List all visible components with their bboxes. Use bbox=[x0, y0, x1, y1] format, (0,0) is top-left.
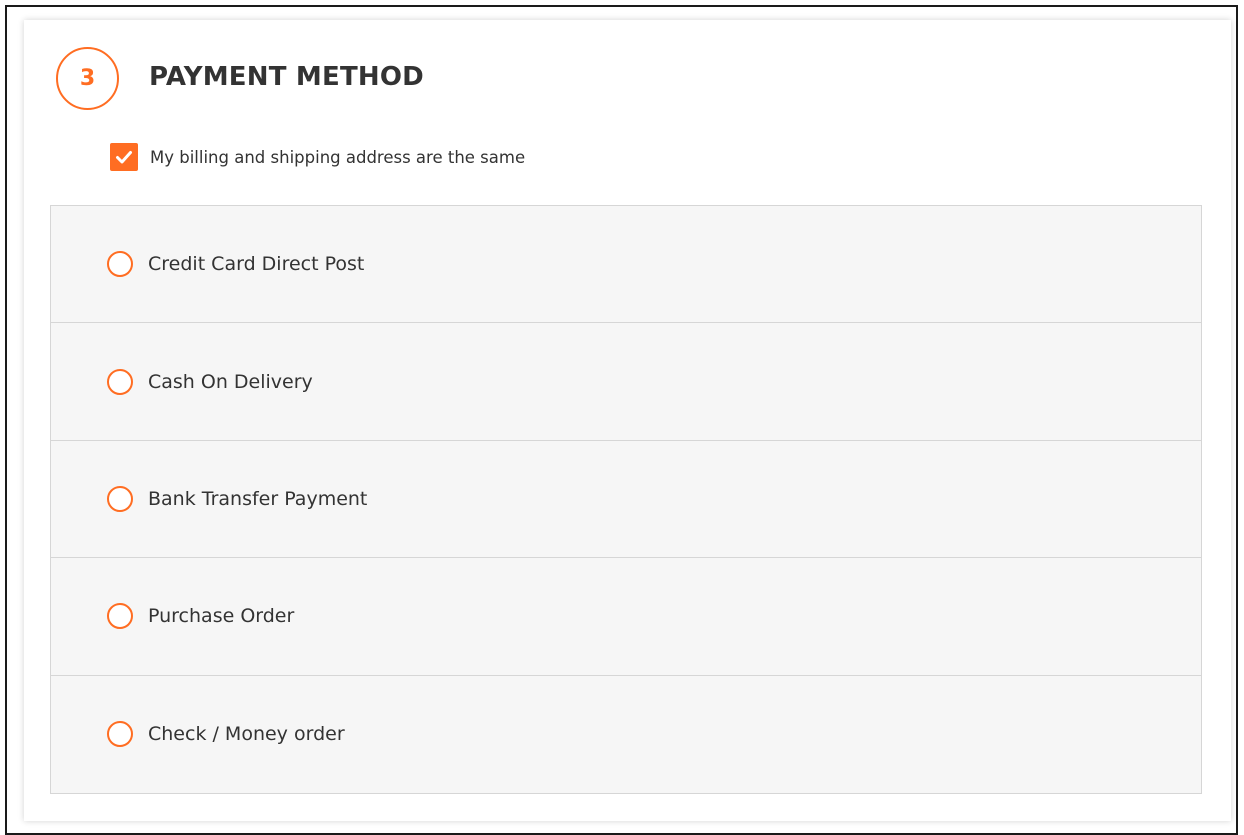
payment-method-label: Bank Transfer Payment bbox=[148, 487, 368, 510]
billing-same-checkbox[interactable] bbox=[110, 143, 138, 171]
step-number: 3 bbox=[79, 66, 96, 91]
billing-same-label: My billing and shipping address are the … bbox=[150, 147, 526, 167]
checkmark-icon bbox=[116, 151, 132, 164]
radio-check-money-order[interactable] bbox=[107, 721, 133, 748]
payment-method-check-money-order[interactable]: Check / Money order bbox=[51, 676, 1201, 793]
radio-credit-card-direct-post[interactable] bbox=[107, 251, 133, 278]
billing-same-as-shipping[interactable]: My billing and shipping address are the … bbox=[110, 142, 525, 172]
payment-method-cash-on-delivery[interactable]: Cash On Delivery bbox=[51, 323, 1201, 441]
radio-purchase-order[interactable] bbox=[107, 603, 133, 630]
payment-method-label: Credit Card Direct Post bbox=[148, 253, 365, 276]
section-title: PAYMENT METHOD bbox=[149, 62, 424, 92]
payment-method-credit-card-direct-post[interactable]: Credit Card Direct Post bbox=[51, 206, 1201, 324]
payment-method-label: Purchase Order bbox=[148, 605, 295, 628]
payment-method-label: Cash On Delivery bbox=[148, 370, 313, 393]
payment-method-bank-transfer[interactable]: Bank Transfer Payment bbox=[51, 441, 1201, 559]
radio-bank-transfer[interactable] bbox=[107, 485, 133, 512]
payment-method-purchase-order[interactable]: Purchase Order bbox=[51, 558, 1201, 676]
payment-methods-list: Credit Card Direct Post Cash On Delivery… bbox=[50, 205, 1202, 794]
step-number-badge: 3 bbox=[56, 47, 119, 110]
radio-cash-on-delivery[interactable] bbox=[107, 368, 133, 395]
payment-method-label: Check / Money order bbox=[148, 723, 345, 746]
